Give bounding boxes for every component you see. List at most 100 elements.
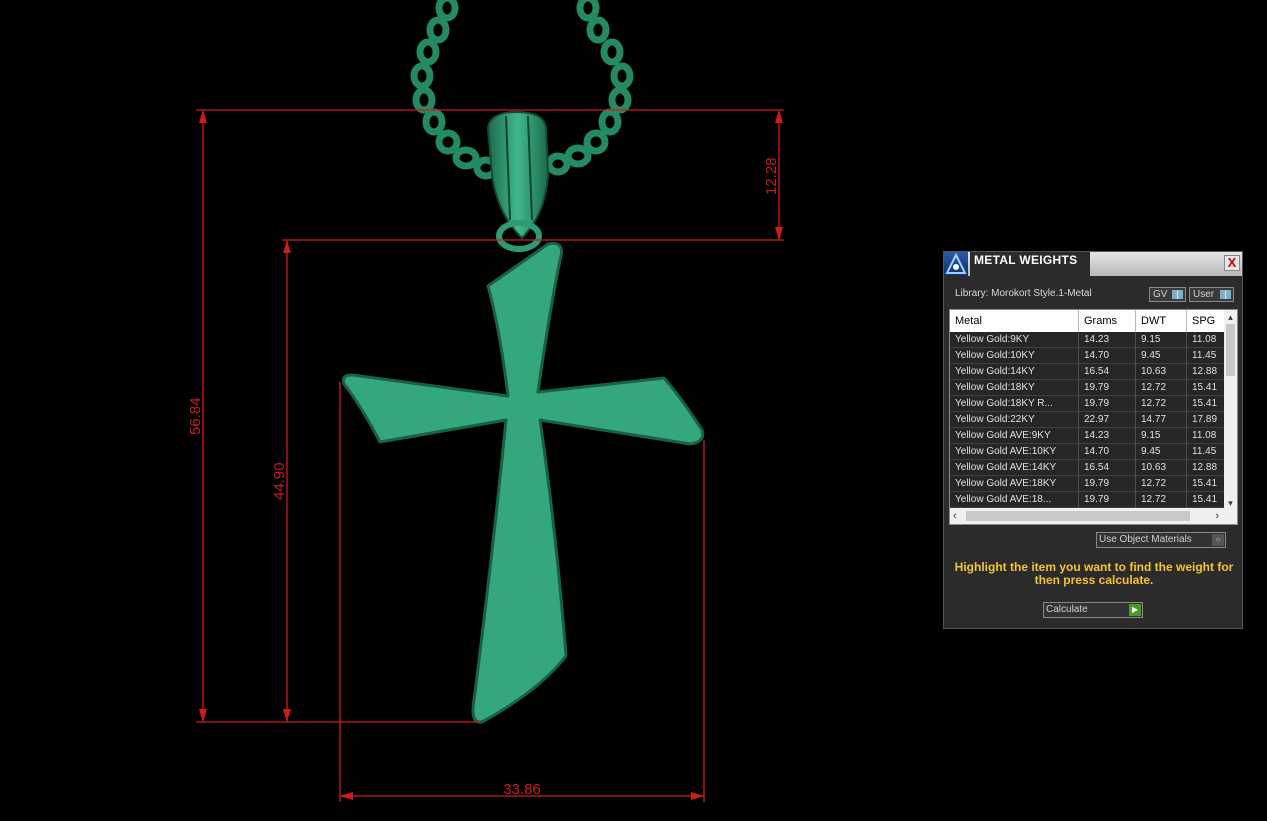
chain-link	[564, 144, 592, 168]
column-header-spg[interactable]: SPG	[1187, 310, 1225, 332]
chain-link	[452, 146, 480, 170]
cell-dwt: 10.63	[1136, 364, 1187, 380]
panel-titlebar[interactable]: METAL WEIGHTS X	[944, 252, 1242, 276]
cell-grams: 16.54	[1079, 460, 1136, 476]
cell-dwt: 9.15	[1136, 428, 1187, 444]
cell-dwt: 12.72	[1136, 380, 1187, 396]
calculate-label: Calculate	[1046, 604, 1088, 615]
close-icon[interactable]: X	[1224, 255, 1240, 271]
table-row[interactable]: Yellow Gold:9KY 14.23 9.15 11.08	[950, 332, 1225, 348]
chain-link	[610, 62, 634, 90]
table-row[interactable]: Yellow Gold AVE:9KY 14.23 9.15 11.08	[950, 428, 1225, 444]
chain-link	[410, 62, 434, 90]
scroll-right-icon[interactable]: ›	[1215, 510, 1219, 522]
total-height-label: 56.84	[187, 397, 204, 435]
cell-grams: 16.54	[1079, 364, 1136, 380]
cell-dwt: 12.72	[1136, 476, 1187, 492]
toggle-off-icon: ○	[1212, 534, 1224, 546]
cell-dwt: 12.72	[1136, 492, 1187, 508]
cell-spg: 12.88	[1187, 460, 1225, 476]
table-rows: Yellow Gold:9KY 14.23 9.15 11.08 Yellow Gold…	[950, 332, 1225, 508]
cell-spg: 11.45	[1187, 348, 1225, 364]
chain-link	[435, 0, 459, 22]
chain-link	[608, 86, 632, 114]
cell-metal: Yellow Gold AVE:14KY	[950, 460, 1079, 476]
cell-dwt: 9.45	[1136, 444, 1187, 460]
cell-metal: Yellow Gold AVE:18KY	[950, 476, 1079, 492]
toggle-switch-icon: |	[1220, 290, 1231, 299]
cell-metal: Yellow Gold AVE:10KY	[950, 444, 1079, 460]
cell-spg: 15.41	[1187, 396, 1225, 412]
cell-metal: Yellow Gold AVE:9KY	[950, 428, 1079, 444]
cell-grams: 14.23	[1079, 428, 1136, 444]
cell-dwt: 9.15	[1136, 332, 1187, 348]
library-label: Library: Morokort Style.1-Metal	[955, 288, 1092, 299]
cell-metal: Yellow Gold:22KY	[950, 412, 1079, 428]
user-toggle[interactable]: User |	[1189, 287, 1234, 302]
cell-metal: Yellow Gold:9KY	[950, 332, 1079, 348]
cell-spg: 15.41	[1187, 492, 1225, 508]
horizontal-scroll-thumb[interactable]	[966, 511, 1190, 521]
cell-dwt: 10.63	[1136, 460, 1187, 476]
chain-link	[576, 0, 600, 22]
table-row[interactable]: Yellow Gold:18KY R... 19.79 12.72 15.41	[950, 396, 1225, 412]
table-row[interactable]: Yellow Gold:14KY 16.54 10.63 12.88	[950, 364, 1225, 380]
table-row[interactable]: Yellow Gold AVE:18KY 19.79 12.72 15.41	[950, 476, 1225, 492]
table-row[interactable]: Yellow Gold:18KY 19.79 12.72 15.41	[950, 380, 1225, 396]
cell-dwt: 14.77	[1136, 412, 1187, 428]
width-label: 33.86	[503, 781, 541, 798]
cell-grams: 14.70	[1079, 444, 1136, 460]
app-logo-icon	[944, 252, 968, 276]
cell-metal: Yellow Gold:18KY R...	[950, 396, 1079, 412]
scroll-down-icon[interactable]: ▾	[1224, 498, 1237, 508]
metal-table[interactable]: Metal Grams DWT SPG Yellow Gold:9KY 14.23…	[949, 309, 1238, 525]
cell-spg: 15.41	[1187, 476, 1225, 492]
column-header-dwt[interactable]: DWT	[1136, 310, 1187, 332]
column-header-metal[interactable]: Metal	[950, 310, 1079, 332]
hint-text: Highlight the item you want to find the …	[954, 560, 1234, 587]
chain-link	[545, 152, 571, 176]
gv-toggle[interactable]: GV |	[1149, 287, 1186, 302]
chain-link	[426, 16, 450, 44]
cell-spg: 12.88	[1187, 364, 1225, 380]
chain-link	[435, 129, 461, 155]
cell-metal: Yellow Gold AVE:18...	[950, 492, 1079, 508]
cross-height-label: 44.90	[271, 462, 288, 500]
vertical-scroll-thumb[interactable]	[1226, 324, 1235, 376]
table-row[interactable]: Yellow Gold AVE:14KY 16.54 10.63 12.88	[950, 460, 1225, 476]
cell-spg: 11.45	[1187, 444, 1225, 460]
table-row[interactable]: Yellow Gold:22KY 22.97 14.77 17.89	[950, 412, 1225, 428]
cell-grams: 14.70	[1079, 348, 1136, 364]
calculate-button[interactable]: Calculate ▶	[1043, 602, 1143, 618]
play-icon: ▶	[1129, 604, 1141, 616]
use-object-materials-toggle[interactable]: Use Object Materials ○	[1096, 532, 1226, 548]
chain-link	[598, 108, 622, 136]
column-header-grams[interactable]: Grams	[1079, 310, 1136, 332]
cell-spg: 11.08	[1187, 428, 1225, 444]
cell-grams: 22.97	[1079, 412, 1136, 428]
chain-link	[586, 16, 610, 44]
chain-link	[422, 108, 446, 136]
bail-height-label: 12.28	[763, 157, 780, 195]
toggle-switch-icon: |	[1172, 290, 1183, 299]
cell-metal: Yellow Gold:10KY	[950, 348, 1079, 364]
gv-toggle-label: GV	[1153, 289, 1168, 300]
table-header: Metal Grams DWT SPG	[950, 310, 1225, 333]
table-row[interactable]: Yellow Gold AVE:10KY 14.70 9.45 11.45	[950, 444, 1225, 460]
horizontal-scrollbar[interactable]: ‹ ›	[950, 508, 1237, 524]
use-object-materials-label: Use Object Materials	[1099, 534, 1192, 545]
table-row[interactable]: Yellow Gold:10KY 14.70 9.45 11.45	[950, 348, 1225, 364]
cell-grams: 19.79	[1079, 476, 1136, 492]
cell-grams: 19.79	[1079, 396, 1136, 412]
cell-metal: Yellow Gold:18KY	[950, 380, 1079, 396]
user-toggle-label: User	[1193, 289, 1215, 300]
scroll-left-icon[interactable]: ‹	[953, 510, 957, 522]
cross-pendant[interactable]	[341, 241, 705, 724]
cell-grams: 14.23	[1079, 332, 1136, 348]
vertical-scrollbar[interactable]: ▴ ▾	[1224, 310, 1237, 510]
cell-dwt: 12.72	[1136, 396, 1187, 412]
panel-title: METAL WEIGHTS	[970, 252, 1090, 276]
scroll-up-icon[interactable]: ▴	[1224, 312, 1237, 322]
table-row[interactable]: Yellow Gold AVE:18... 19.79 12.72 15.41	[950, 492, 1225, 508]
chain-link	[416, 38, 440, 66]
